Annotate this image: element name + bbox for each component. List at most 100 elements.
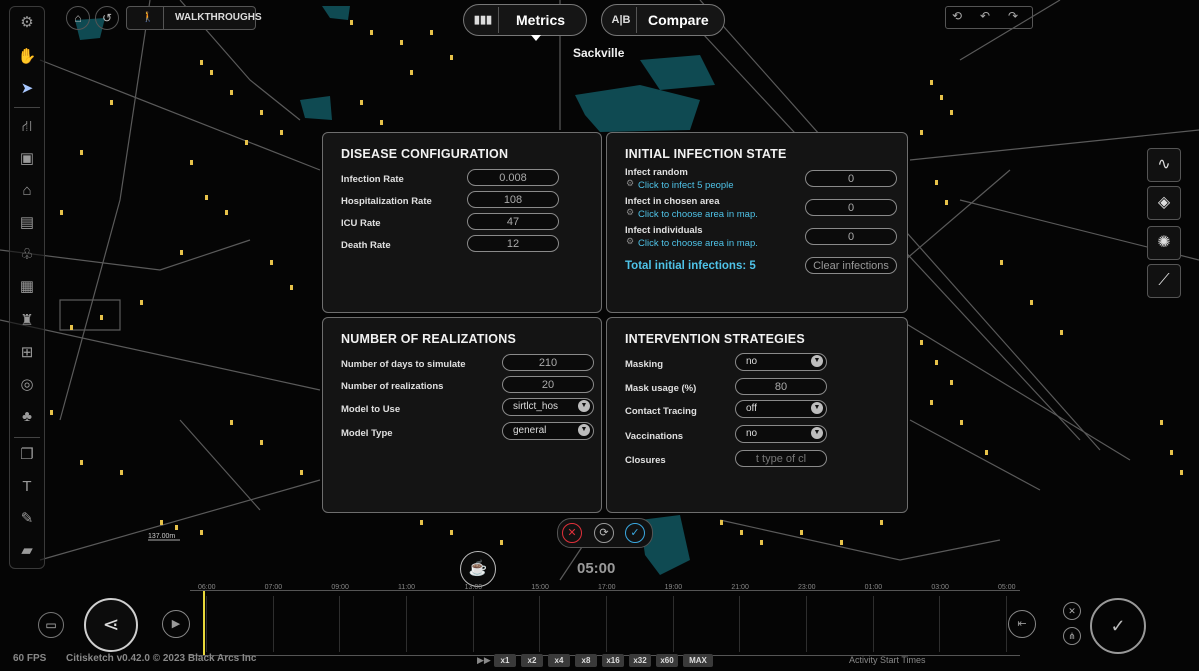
timeline-tick-label: 13:00 — [464, 584, 483, 591]
speed-button[interactable]: x16 — [602, 654, 624, 667]
redo-icon[interactable]: ↷ — [1008, 9, 1018, 23]
model-type-select[interactable]: general ▼ — [502, 422, 594, 440]
virus-icon[interactable]: ✺ — [1147, 226, 1181, 260]
layers-copy-icon[interactable]: ❐ — [15, 443, 39, 467]
contact-tracing-label: Contact Tracing — [625, 406, 697, 417]
grid-tool-icon[interactable]: ⊞ — [15, 341, 39, 365]
factory-tool-icon[interactable]: ▤ — [15, 211, 39, 235]
history-icon[interactable]: ⟲ — [952, 9, 962, 23]
pencil-tool-icon[interactable]: ✎ — [15, 507, 39, 531]
infect-area-link[interactable]: Click to choose area in map. — [638, 209, 758, 220]
speed-button[interactable]: x8 — [575, 654, 597, 667]
mask-usage-input[interactable]: 80 — [735, 378, 827, 395]
folder-open-button[interactable]: ▭ — [38, 612, 64, 638]
infect-random-input[interactable]: 0 — [805, 170, 897, 187]
infect-individuals-input[interactable]: 0 — [805, 228, 897, 245]
text-tool-icon[interactable]: T — [15, 475, 39, 499]
panel-title: INTERVENTION STRATEGIES — [625, 332, 805, 346]
share-icon[interactable]: ⋔ — [1063, 627, 1081, 645]
disease-configuration-panel: DISEASE CONFIGURATION Infection Rate 0.0… — [322, 132, 602, 313]
masking-select[interactable]: no ▼ — [735, 353, 827, 371]
speed-button[interactable]: x4 — [548, 654, 570, 667]
metrics-tab[interactable]: ▮▮▮ Metrics — [463, 4, 587, 36]
model-type-label: Model Type — [341, 428, 393, 439]
agent-marker-icon[interactable]: ☕ — [460, 551, 496, 587]
finish-check-button[interactable]: ✓ — [1090, 598, 1146, 654]
infect-random-label: Infect random — [625, 167, 688, 178]
gear-icon: ⚙ — [626, 178, 635, 188]
hospitalization-rate-input[interactable]: 108 — [467, 191, 559, 208]
reset-refresh-icon[interactable]: ⟳ — [594, 523, 614, 543]
road-tool-icon[interactable]: ⛙ — [15, 115, 39, 139]
speed-play-icon[interactable]: ▶▶ — [477, 655, 491, 666]
speed-button[interactable]: x60 — [656, 654, 678, 667]
timeline-gridline — [739, 596, 741, 652]
commercial-tool-icon[interactable]: ▦ — [15, 275, 39, 299]
fps-counter: 60 FPS — [13, 653, 47, 664]
timeline-track[interactable] — [190, 590, 1020, 656]
water-tool-icon[interactable]: ◎ — [15, 373, 39, 397]
intervention-panel: INTERVENTION STRATEGIES Masking no ▼ Mas… — [606, 317, 908, 513]
mask-usage-label: Mask usage (%) — [625, 383, 697, 394]
pointer-select-icon[interactable]: ➤ — [15, 77, 39, 101]
home-tool-icon[interactable]: ⌂ — [15, 179, 39, 203]
timeline-gridline — [872, 596, 874, 652]
infect-area-input[interactable]: 0 — [805, 199, 897, 216]
closures-input[interactable]: t type of cl — [735, 450, 827, 467]
town-label: Sackville — [573, 46, 625, 60]
tower-tool-icon[interactable]: ♜ — [15, 309, 39, 333]
activity-start-times-label: Activity Start Times — [849, 655, 926, 665]
hand-pan-icon[interactable]: ✋ — [15, 45, 39, 69]
home-button[interactable]: ⌂ — [66, 6, 90, 30]
vaccinations-label: Vaccinations — [625, 431, 684, 442]
vaccinations-select[interactable]: no ▼ — [735, 425, 827, 443]
settings-gear-icon[interactable]: ⚙ — [15, 11, 39, 35]
bar-chart-icon: ▮▮▮ — [468, 7, 499, 33]
infect-individuals-link[interactable]: Click to choose area in map. — [638, 238, 758, 249]
park-tool-icon[interactable]: ♧ — [15, 243, 39, 267]
layers-icon[interactable]: ◈ — [1147, 186, 1181, 220]
chevron-down-icon: ▼ — [811, 427, 823, 439]
contact-tracing-value: off — [746, 403, 757, 414]
play-button[interactable]: ▶ — [162, 610, 190, 638]
infect-area-label: Infect in chosen area — [625, 196, 720, 207]
timeline-end-button[interactable]: ⇤ — [1008, 610, 1036, 638]
cancel-x-icon[interactable]: ✕ — [562, 523, 582, 543]
speed-button[interactable]: MAX — [683, 654, 713, 667]
death-rate-label: Death Rate — [341, 240, 391, 251]
line-chart-icon[interactable]: ⟋ — [1147, 264, 1181, 298]
days-label: Number of days to simulate — [341, 359, 466, 370]
infection-rate-input[interactable]: 0.008 — [467, 169, 559, 186]
speed-button[interactable]: x32 — [629, 654, 651, 667]
compare-ab-icon: A|B — [606, 7, 637, 33]
activity-pulse-icon[interactable]: ∿ — [1147, 148, 1181, 182]
infect-random-link[interactable]: Click to infect 5 people — [638, 180, 734, 191]
contact-tracing-select[interactable]: off ▼ — [735, 400, 827, 418]
walkthroughs-label: WALKTHROUGHS — [175, 12, 262, 23]
document-tool-icon[interactable]: ▰ — [15, 539, 39, 563]
speed-button[interactable]: x2 — [521, 654, 543, 667]
tree-tool-icon[interactable]: ♣ — [15, 405, 39, 429]
days-input[interactable]: 210 — [502, 354, 594, 371]
initial-infection-panel: INITIAL INFECTION STATE Infect random ⚙ … — [606, 132, 908, 313]
icu-rate-input[interactable]: 47 — [467, 213, 559, 230]
confirm-check-icon[interactable]: ✓ — [625, 523, 645, 543]
close-small-icon[interactable]: ✕ — [1063, 602, 1081, 620]
timeline-tick-label: 03:00 — [931, 584, 949, 591]
timeline-gridline — [606, 596, 607, 652]
timeline-gridline — [672, 596, 674, 652]
model-select[interactable]: sirtlct_hos ▼ — [502, 398, 594, 416]
undo-circle-button[interactable]: ↺ — [95, 6, 119, 30]
history-group: ⟲ ↶ ↷ — [945, 6, 1033, 29]
transit-tool-icon[interactable]: ▣ — [15, 147, 39, 171]
walkthroughs-button[interactable]: 🚶 WALKTHROUGHS — [126, 6, 262, 30]
undo-icon[interactable]: ↶ — [980, 9, 990, 23]
clear-infections-button[interactable]: Clear infections — [805, 257, 897, 274]
timeline-playhead[interactable] — [203, 591, 205, 655]
realizations-input[interactable]: 20 — [502, 376, 594, 393]
scenario-node-button[interactable]: ⋖ — [84, 598, 138, 652]
speed-button[interactable]: x1 — [494, 654, 516, 667]
death-rate-input[interactable]: 12 — [467, 235, 559, 252]
timeline-tick-label: 15:00 — [531, 584, 549, 591]
compare-tab[interactable]: A|B Compare — [601, 4, 725, 36]
